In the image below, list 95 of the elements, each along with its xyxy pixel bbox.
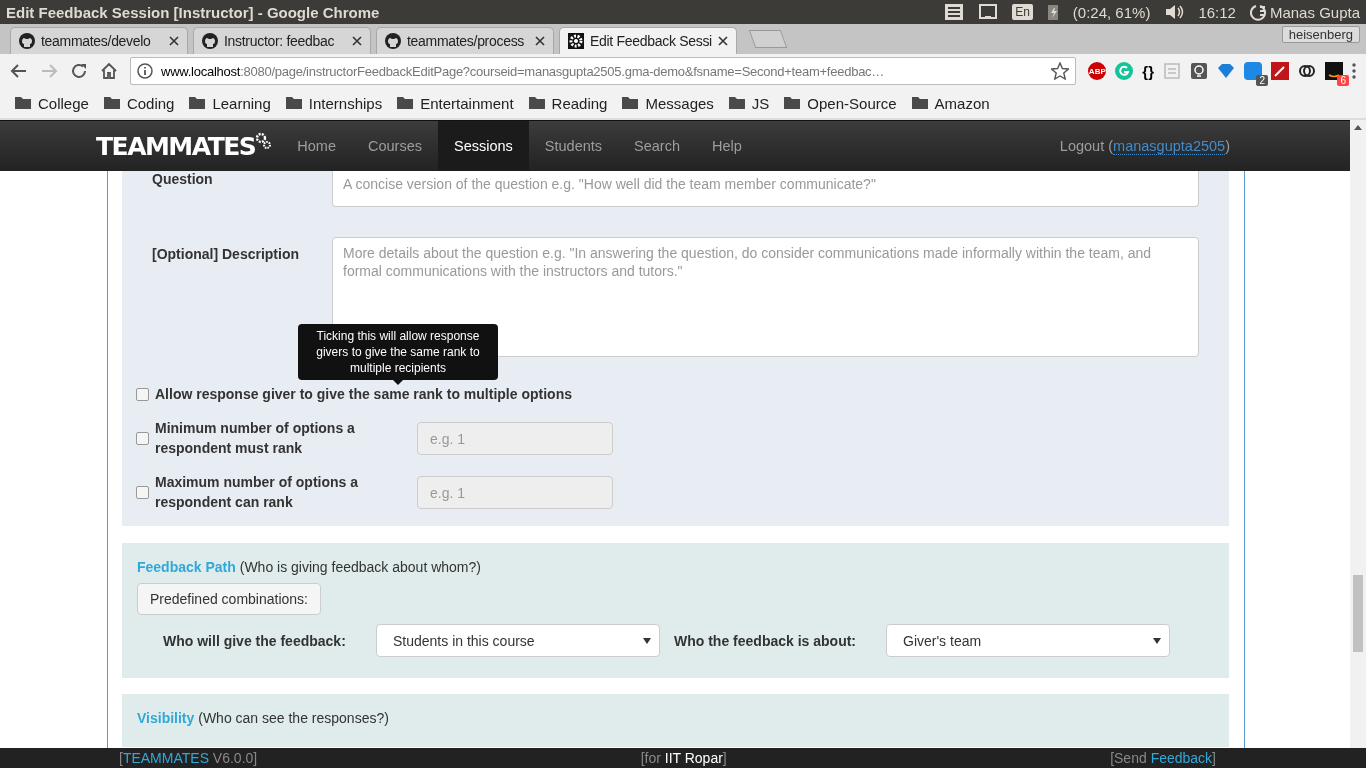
- address-bar[interactable]: www.localhost:8080/page/instructorFeedbackEditPage?courseid=manasgupta2505.gma-demo&fsname=Second+team+feedbac…: [130, 57, 1077, 85]
- section-heading: Visibility (Who can see the responses?): [137, 710, 390, 726]
- close-icon[interactable]: [352, 36, 362, 46]
- bookmark[interactable]: Entertainment: [420, 94, 514, 112]
- folder-icon: [284, 94, 303, 112]
- skype-icon[interactable]: [1244, 62, 1262, 80]
- browser-tab[interactable]: Edit Feedback Sessi: [559, 27, 737, 54]
- count-badge: 6: [1337, 75, 1349, 86]
- folder-icon: [188, 94, 207, 112]
- scrollbar-thumb[interactable]: [1353, 575, 1363, 652]
- count-badge: 2: [1256, 75, 1268, 86]
- menu-icon[interactable]: [1352, 63, 1356, 79]
- diamond-icon[interactable]: [1217, 62, 1235, 80]
- checkbox[interactable]: [136, 387, 149, 401]
- folder-icon: [14, 94, 32, 112]
- option-label: Minimum number of options a respondent must rank: [155, 419, 356, 458]
- nav-link[interactable]: Students: [528, 121, 619, 171]
- back-icon[interactable]: [10, 62, 28, 80]
- close-icon[interactable]: [169, 36, 179, 46]
- gear-icon: [568, 33, 584, 49]
- home-icon[interactable]: [100, 62, 118, 80]
- reload-icon[interactable]: [70, 62, 88, 80]
- bookmark[interactable]: Reading: [551, 94, 608, 112]
- folder-icon: [727, 94, 746, 112]
- network-icon[interactable]: [978, 3, 999, 21]
- user-name[interactable]: Manas Gupta: [1269, 3, 1360, 21]
- bulb-icon[interactable]: [1190, 62, 1208, 80]
- scroll-up-icon: [1354, 125, 1362, 130]
- folder-icon: [910, 94, 929, 112]
- footer-text: [TEAMMATES V6.0.0]: [119, 750, 258, 766]
- folder-icon: [396, 94, 415, 112]
- window-title: Edit Feedback Session [Instructor] - Google Chrome: [6, 3, 381, 21]
- checkbox[interactable]: [136, 431, 149, 445]
- nav-link[interactable]: Sessions: [437, 121, 529, 171]
- checkbox[interactable]: [136, 485, 149, 499]
- bookmark[interactable]: Coding: [126, 94, 175, 112]
- power-icon[interactable]: [1249, 3, 1266, 21]
- info-icon: [137, 63, 153, 79]
- browser-tab[interactable]: teammates/develo: [10, 27, 188, 54]
- adblock-icon[interactable]: ABP: [1088, 62, 1107, 80]
- nav-link[interactable]: Help: [696, 121, 758, 171]
- nav-link[interactable]: Courses: [351, 121, 438, 171]
- bookmark[interactable]: College: [38, 94, 89, 112]
- volume-icon[interactable]: [1164, 3, 1185, 21]
- battery-status: (0:24, 61%): [1072, 3, 1151, 21]
- folder-icon: [783, 94, 802, 112]
- braces-icon[interactable]: {}: [1142, 62, 1154, 80]
- github-icon: [385, 33, 401, 49]
- footer-text: [Send Feedback]: [1110, 750, 1216, 766]
- bookmark[interactable]: Internships: [308, 94, 383, 112]
- nav-link[interactable]: Search: [618, 121, 696, 171]
- tooltip: Ticking this will allow response givers to give the same rank to multiple recipients: [298, 324, 498, 380]
- close-icon[interactable]: [535, 36, 545, 46]
- bookmark[interactable]: Open-Source: [807, 94, 897, 112]
- footer-text: [for IIT Ropar]: [640, 750, 727, 766]
- brand-logo[interactable]: TEAMMATES: [96, 131, 256, 161]
- field-label: Who the feedback is about:: [674, 632, 857, 649]
- close-icon[interactable]: [718, 36, 728, 46]
- nav-link[interactable]: Home: [281, 121, 352, 171]
- wand-icon[interactable]: [1271, 62, 1289, 80]
- option-label: Allow response giver to give the same rank to multiple options: [155, 385, 572, 404]
- list-icon[interactable]: [944, 3, 965, 21]
- github-icon: [202, 33, 218, 49]
- folder-icon: [527, 94, 546, 112]
- caret-icon: [1153, 637, 1161, 644]
- user-link[interactable]: manasgupta2505: [1113, 138, 1226, 155]
- bookmark[interactable]: Amazon: [934, 94, 990, 112]
- scrollbar[interactable]: [1350, 120, 1366, 748]
- logout-link[interactable]: Logout (manasgupta2505): [1059, 138, 1230, 154]
- keyboard-layout[interactable]: En: [1012, 4, 1033, 20]
- battery-icon[interactable]: [1046, 3, 1059, 21]
- url-text: www.localhost:8080/page/instructorFeedbackEditPage?courseid=manasgupta2505.gma-demo&fsname=Second+team+feedbac…: [161, 63, 886, 79]
- gears-icon: [255, 131, 272, 150]
- bookmark[interactable]: Messages: [645, 94, 714, 112]
- option-label: Maximum number of options a respondent can rank: [155, 473, 359, 512]
- folder-icon: [621, 94, 640, 112]
- field-label: Question: [151, 171, 214, 187]
- star-icon[interactable]: [1051, 62, 1070, 80]
- recipient-select[interactable]: Giver's team: [886, 624, 1170, 657]
- browser-tab[interactable]: Instructor: feedbac: [193, 27, 371, 54]
- folder-icon: [102, 94, 121, 112]
- link-icon[interactable]: [1298, 62, 1316, 80]
- field-label: [Optional] Description: [151, 245, 300, 262]
- giver-select[interactable]: Students in this course: [376, 624, 660, 657]
- bookmark[interactable]: Learning: [212, 94, 271, 112]
- amazon-icon[interactable]: [1325, 62, 1343, 80]
- section-heading: Feedback Path (Who is giving feedback about whom?): [137, 559, 482, 575]
- github-icon: [19, 33, 35, 49]
- field-label: Who will give the feedback:: [163, 632, 347, 649]
- clock[interactable]: 16:12: [1198, 3, 1236, 21]
- predefined-combinations-button[interactable]: Predefined combinations:: [137, 583, 321, 615]
- bookmark[interactable]: JS: [751, 94, 770, 112]
- caret-icon: [643, 637, 651, 644]
- profile-button[interactable]: heisenberg: [1281, 26, 1360, 43]
- browser-tab[interactable]: teammates/process: [376, 27, 554, 54]
